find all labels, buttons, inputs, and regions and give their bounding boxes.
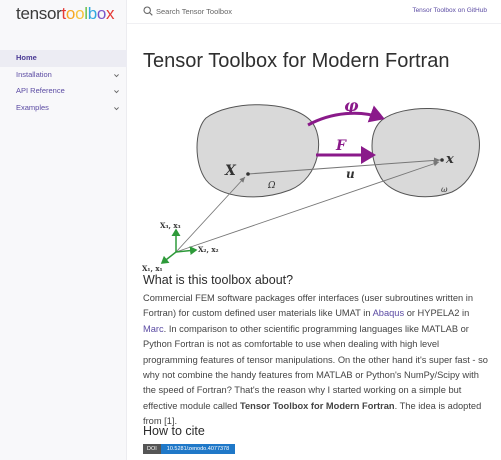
main-content: Tensor Toolbox for Modern Fortran φ F u xyxy=(127,24,501,460)
phi-label: φ xyxy=(344,96,359,115)
logo-letter: n xyxy=(29,4,39,23)
page-title: Tensor Toolbox for Modern Fortran xyxy=(143,50,450,72)
chevron-down-icon xyxy=(114,73,119,77)
inline-link[interactable]: Marc xyxy=(143,324,164,334)
reference-body xyxy=(196,104,320,198)
sidebar-item-label: API Reference xyxy=(16,86,65,95)
position-vector-X xyxy=(175,176,246,253)
logo-letter: o xyxy=(75,4,85,23)
axis-3-label: X₃, x₃ xyxy=(160,221,181,230)
chevron-down-icon xyxy=(114,90,119,94)
point-x xyxy=(440,158,444,162)
phi-arrow xyxy=(307,105,385,127)
paragraph-text: . In comparison to other scientific prog… xyxy=(143,323,488,411)
point-X xyxy=(246,172,250,176)
sidebar-item-home[interactable]: Home xyxy=(0,50,127,67)
kinematics-diagram: φ F u X Ω x ω X₃, x₃ X₂, x₂ X₁, x₁ xyxy=(142,96,480,273)
sidebar-item-installation[interactable]: Installation xyxy=(0,67,127,84)
emphasis-text: Tensor Toolbox for Modern Fortran xyxy=(240,400,395,411)
logo-letter: o xyxy=(65,4,76,23)
inline-link[interactable]: Abaqus xyxy=(373,308,405,318)
sidebar-item-examples[interactable]: Examples xyxy=(0,100,127,117)
logo-letter: o xyxy=(46,4,57,23)
sidebar-nav: Home Installation API Reference Examples xyxy=(0,50,127,116)
site-logo[interactable]: tensortoolbox xyxy=(16,4,115,24)
sidebar-item-label: Installation xyxy=(16,69,52,79)
sidebar: tensortoolbox Home Installation API Refe… xyxy=(0,0,127,460)
logo-letter: e xyxy=(20,4,30,23)
F-label: F xyxy=(335,138,347,154)
github-link[interactable]: Tensor Toolbox on GitHub xyxy=(412,7,487,14)
doi-badge[interactable]: DOI 10.5281/zenodo.4077378 xyxy=(143,444,236,454)
logo-letter: x xyxy=(106,4,115,23)
logo-letter: o xyxy=(96,4,107,23)
Omega-label: Ω xyxy=(267,181,276,191)
chevron-down-icon xyxy=(114,106,119,110)
logo-letter: s xyxy=(38,4,48,23)
x-label: x xyxy=(445,152,454,167)
X-label: X xyxy=(224,163,237,179)
current-body xyxy=(371,107,480,198)
doi-badge-value: 10.5281/zenodo.4077378 xyxy=(160,444,236,454)
sidebar-item-label: Home xyxy=(16,53,37,62)
doi-badge-label: DOI xyxy=(143,444,161,454)
axis-2-label: X₂, x₂ xyxy=(198,245,219,254)
search-input[interactable] xyxy=(156,4,336,19)
search-icon xyxy=(143,6,153,16)
u-label: u xyxy=(346,167,355,181)
sidebar-item-api-reference[interactable]: API Reference xyxy=(0,83,127,100)
about-paragraph: Commercial FEM software packages offer i… xyxy=(143,291,488,430)
sidebar-item-label: Examples xyxy=(16,102,49,112)
top-bar: Tensor Toolbox on GitHub xyxy=(127,0,501,24)
section-heading-about: What is this toolbox about? xyxy=(143,273,294,287)
omega-label: ω xyxy=(441,185,448,194)
paragraph-text: or HYPELA2 in xyxy=(404,308,470,319)
section-heading-cite: How to cite xyxy=(143,424,205,438)
logo-letter: b xyxy=(87,4,97,23)
axis-1-label: X₁, x₁ xyxy=(142,264,163,273)
